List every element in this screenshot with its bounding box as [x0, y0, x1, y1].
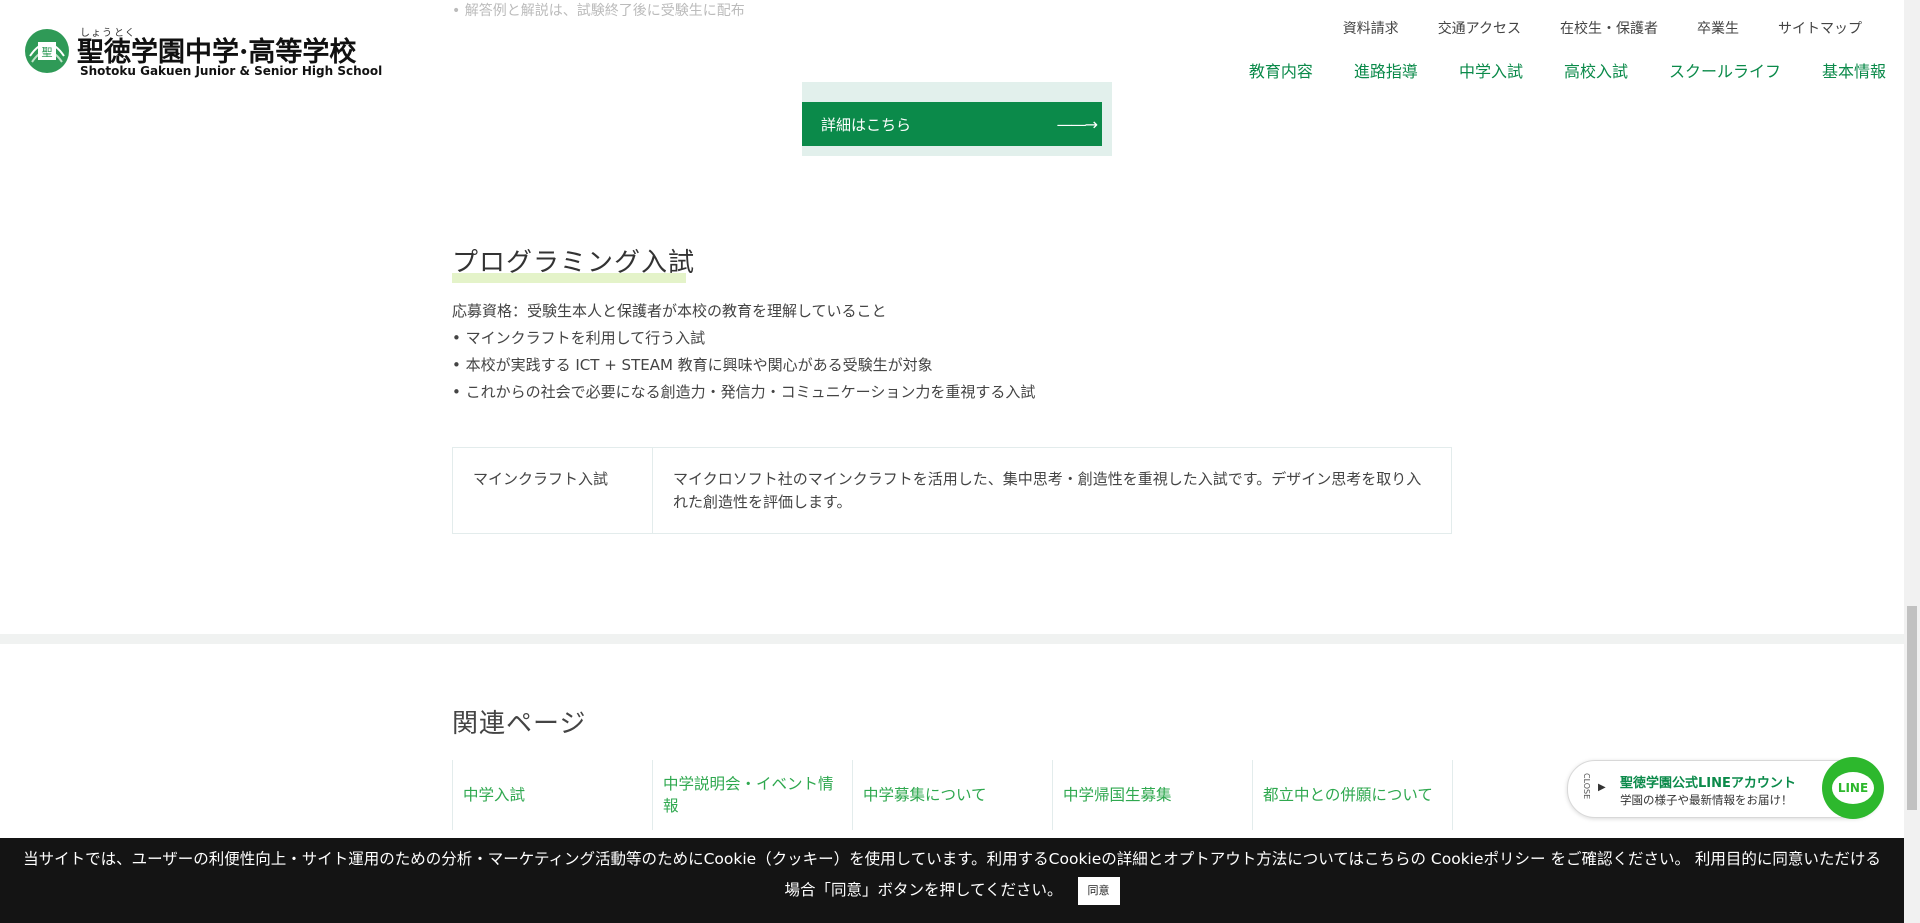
table-body-cell: マイクロソフト社のマインクラフトを活用した、集中思考・創造性を重視した入試です。…	[673, 470, 1422, 511]
page-scrollbar[interactable]	[1904, 0, 1920, 923]
site-logo[interactable]: 聖 しょうとく 聖徳学園中学·高等学校 Shotoku Gakuen Junio…	[22, 24, 382, 80]
details-button-label: 詳細はこちら	[821, 115, 912, 134]
svg-text:聖: 聖	[42, 46, 53, 59]
related-pages-list: 中学入試 中学説明会・イベント情報 中学募集について 中学帰国生募集 都立中との…	[452, 760, 1453, 830]
line-logo-text: LINE	[1832, 772, 1874, 804]
main-nav-career[interactable]: 進路指導	[1354, 58, 1418, 82]
line-banner-subtitle: 学園の様子や最新情報をお届け！	[1620, 793, 1793, 807]
util-nav-alumni[interactable]: 卒業生	[1697, 18, 1739, 38]
details-button[interactable]: 詳細はこちら ——→	[802, 102, 1102, 146]
chevron-right-icon: ▶	[1598, 782, 1606, 793]
main-nav-hs-admission[interactable]: 高校入試	[1564, 58, 1628, 82]
related-pages-title: 関連ページ	[452, 709, 587, 739]
programming-description: 応募資格：受験生本人と保護者が本校の教育を理解していること • マインクラフトを…	[452, 298, 1035, 406]
line-banner-close-button[interactable]: CLOSE	[1582, 773, 1591, 799]
main-nav-education[interactable]: 教育内容	[1249, 58, 1313, 82]
util-nav-access[interactable]: 交通アクセス	[1438, 18, 1521, 38]
cookie-accept-button[interactable]: 同意	[1077, 876, 1120, 905]
site-header: 聖 しょうとく 聖徳学園中学·高等学校 Shotoku Gakuen Junio…	[0, 0, 1904, 90]
arrow-right-icon: ——→	[1056, 114, 1098, 134]
main-nav-basic-info[interactable]: 基本情報	[1822, 58, 1886, 82]
table-header-cell: マインクラフト入試	[453, 448, 653, 533]
utility-nav: 資料請求 交通アクセス 在校生・保護者 卒業生 サイトマップ	[1343, 18, 1862, 38]
related-link-jh-admission[interactable]: 中学入試	[453, 760, 653, 830]
cookie-consent-bar: 当サイトでは、ユーザーの利便性向上・サイト運用のための分析・マーケティング活動等…	[0, 838, 1904, 923]
eligibility-text: 応募資格：受験生本人と保護者が本校の教育を理解していること	[452, 302, 887, 320]
util-nav-students[interactable]: 在校生・保護者	[1560, 18, 1658, 38]
main-nav: 教育内容 進路指導 中学入試 高校入試 スクールライフ 基本情報	[1249, 58, 1886, 82]
related-link-info-sessions[interactable]: 中学説明会・イベント情報	[653, 760, 853, 830]
section-divider	[0, 634, 1904, 644]
related-link-returnee[interactable]: 中学帰国生募集	[1053, 760, 1253, 830]
cookie-consent-text: 当サイトでは、ユーザーの利便性向上・サイト運用のための分析・マーケティング活動等…	[0, 844, 1904, 906]
main-nav-school-life[interactable]: スクールライフ	[1669, 58, 1781, 82]
util-nav-request[interactable]: 資料請求	[1343, 18, 1399, 38]
school-emblem-icon: 聖	[25, 29, 69, 73]
logo-subtitle: Shotoku Gakuen Junior & Senior High Scho…	[80, 64, 383, 78]
line-banner-title: 聖徳学園公式LINEアカウント	[1620, 776, 1796, 791]
scrollbar-thumb[interactable]	[1907, 606, 1917, 810]
related-link-metro-school[interactable]: 都立中との併願について	[1253, 760, 1453, 830]
minecraft-exam-table: マインクラフト入試 マイクロソフト社のマインクラフトを活用した、集中思考・創造性…	[452, 447, 1452, 534]
details-cta: 詳細はこちら ——→	[802, 82, 1112, 156]
line-account-banner[interactable]: CLOSE ▶ 聖徳学園公式LINEアカウント 学園の様子や最新情報をお届け！ …	[1567, 757, 1884, 819]
list-item: • 本校が実践する ICT + STEAM 教育に興味や関心がある受験生が対象	[452, 356, 933, 374]
list-item: • マインクラフトを利用して行う入試	[452, 329, 706, 347]
list-item: • これからの社会で必要になる創造力・発信力・コミュニケーション力を重視する入試	[452, 383, 1036, 401]
line-logo-icon[interactable]: LINE	[1822, 757, 1884, 819]
programming-section-title: プログラミング入試	[452, 242, 695, 283]
related-link-recruitment[interactable]: 中学募集について	[853, 760, 1053, 830]
main-nav-jh-admission[interactable]: 中学入試	[1459, 58, 1523, 82]
util-nav-sitemap[interactable]: サイトマップ	[1778, 18, 1862, 38]
